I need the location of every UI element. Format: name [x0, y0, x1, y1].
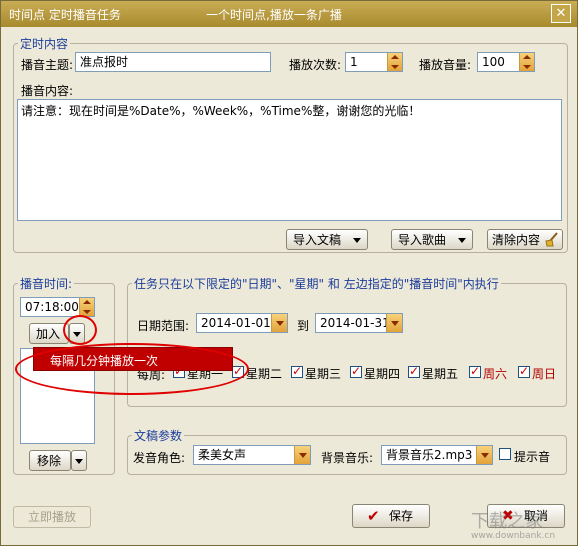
- voice-select[interactable]: 柔美女声: [193, 445, 311, 465]
- subject-label: 播音主题:: [21, 58, 74, 72]
- volume-spin-icon[interactable]: [519, 53, 534, 71]
- weekday-checkbox-sun[interactable]: [518, 364, 530, 378]
- chevron-down-icon: [353, 238, 361, 243]
- weekday-label-thu: 星期四: [364, 367, 401, 381]
- prompt-sound-checkbox[interactable]: [499, 448, 511, 460]
- remove-menu-button[interactable]: [71, 450, 87, 471]
- play-count-value: 1: [350, 55, 358, 69]
- play-count-label: 播放次数:: [289, 58, 342, 72]
- watermark-text: 下载之家: [471, 511, 543, 532]
- date-range-label: 日期范围:: [137, 319, 190, 333]
- subject-input[interactable]: 准点报时: [75, 52, 271, 72]
- timed-content-legend: 定时内容: [20, 37, 69, 51]
- bgm-select[interactable]: 背景音乐2.mp3: [381, 445, 493, 465]
- import-text-button[interactable]: 导入文稿: [286, 229, 368, 250]
- time-spin-icon[interactable]: [79, 298, 94, 316]
- clear-content-label: 清除内容: [492, 233, 541, 247]
- broom-icon: [545, 232, 558, 247]
- weekday-checkbox-sat[interactable]: [469, 364, 481, 378]
- weekday-label-fri: 星期五: [422, 367, 459, 381]
- import-text-label: 导入文稿: [293, 233, 342, 247]
- date-from-value: 2014-01-01: [201, 316, 271, 330]
- dialog-window: 时间点 定时播音任务 一个时间点,播放一条广播 ✕ 定时内容 播音主题: 准点报…: [0, 0, 578, 546]
- weekday-label-tue: 星期二: [246, 367, 283, 381]
- prompt-sound-label: 提示音: [514, 450, 551, 464]
- weekday-label-sun: 周日: [532, 367, 557, 381]
- bgm-value: 背景音乐2.mp3: [386, 448, 473, 462]
- date-from-select[interactable]: 2014-01-01: [196, 313, 288, 333]
- close-button[interactable]: ✕: [551, 4, 571, 23]
- chevron-down-icon[interactable]: [294, 446, 310, 464]
- weekday-checkbox-thu[interactable]: [350, 364, 362, 378]
- volume-value: 100: [482, 55, 505, 69]
- window-title: 时间点 定时播音任务: [9, 8, 121, 22]
- content-label: 播音内容:: [21, 84, 74, 98]
- constraints-legend: 任务只在以下限定的"日期"、"星期" 和 左边指定的"播音时间"内执行: [134, 277, 499, 291]
- highlight-ellipse: [15, 343, 249, 395]
- date-to-value: 2014-01-31: [320, 316, 390, 330]
- voice-label: 发音角色:: [133, 451, 186, 465]
- save-button[interactable]: ✔ 保存: [352, 504, 430, 528]
- title-bar: 时间点 定时播音任务 一个时间点,播放一条广播 ✕: [1, 1, 577, 27]
- chevron-down-icon[interactable]: [476, 446, 492, 464]
- chevron-down-icon: [75, 459, 83, 464]
- time-value: 07:18:00: [25, 300, 79, 314]
- checkmark-icon: ✔: [367, 507, 380, 525]
- voice-value: 柔美女声: [198, 448, 247, 462]
- content-textarea[interactable]: 请注意：现在时间是%Date%，%Week%，%Time%整，谢谢您的光临！: [17, 99, 562, 221]
- save-label: 保存: [389, 509, 414, 523]
- script-params-legend: 文稿参数: [134, 429, 183, 443]
- weekday-label-sat: 周六: [483, 367, 508, 381]
- play-now-button[interactable]: 立即播放: [13, 506, 91, 528]
- weekday-checkbox-fri[interactable]: [408, 364, 420, 378]
- calendar-dropdown-icon[interactable]: [386, 314, 402, 332]
- window-subtitle: 一个时间点,播放一条广播: [206, 8, 342, 22]
- time-stepper[interactable]: 07:18:00: [20, 297, 95, 317]
- watermark-url: www.downbank.cn: [471, 531, 556, 541]
- weekday-label-wed: 星期三: [305, 367, 342, 381]
- play-count-spin-icon[interactable]: [387, 53, 402, 71]
- chevron-down-icon: [458, 238, 466, 243]
- play-count-stepper[interactable]: 1: [345, 52, 403, 72]
- volume-stepper[interactable]: 100: [477, 52, 535, 72]
- clear-content-button[interactable]: 清除内容: [487, 229, 563, 250]
- weekday-checkbox-wed[interactable]: [291, 364, 303, 378]
- date-to-select[interactable]: 2014-01-31: [315, 313, 403, 333]
- date-to-separator: 到: [297, 319, 310, 333]
- import-song-button[interactable]: 导入歌曲: [391, 229, 473, 250]
- broadcast-time-legend: 播音时间:: [20, 277, 73, 291]
- bgm-label: 背景音乐:: [321, 451, 374, 465]
- remove-button[interactable]: 移除: [29, 450, 71, 471]
- calendar-dropdown-icon[interactable]: [271, 314, 287, 332]
- volume-label: 播放音量:: [419, 58, 472, 72]
- import-song-label: 导入歌曲: [398, 233, 447, 247]
- highlight-circle: [63, 315, 97, 345]
